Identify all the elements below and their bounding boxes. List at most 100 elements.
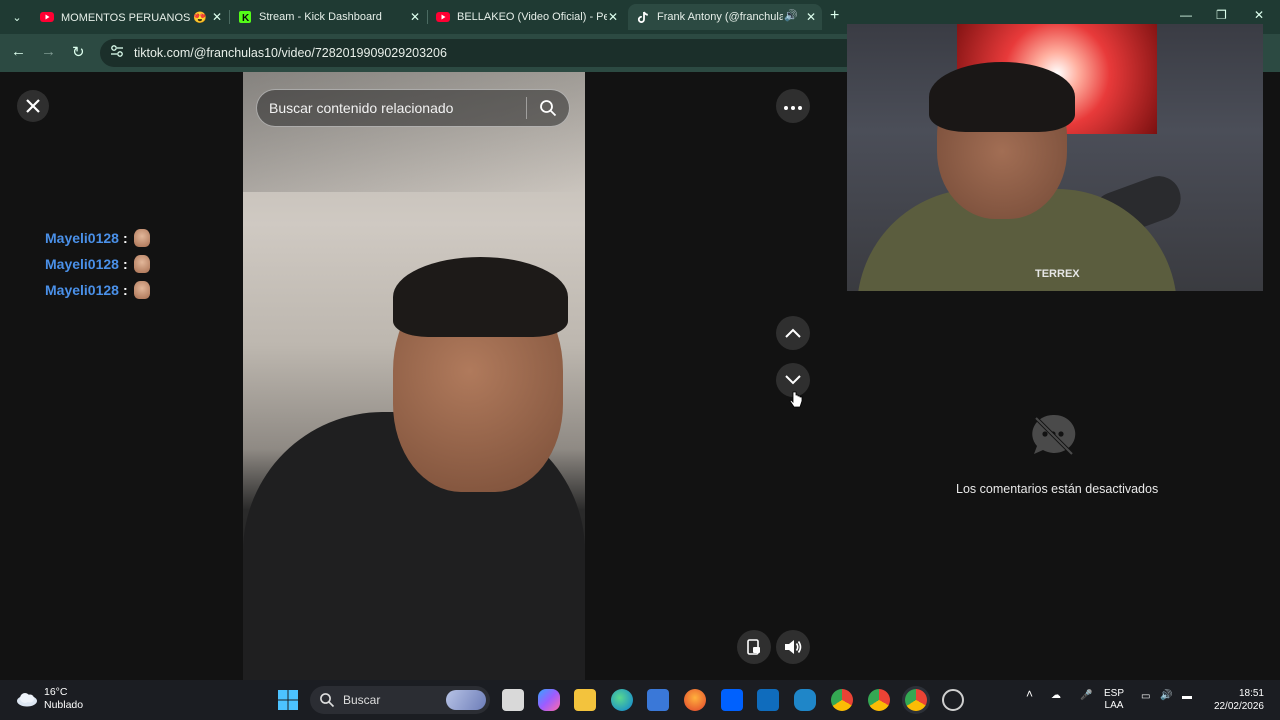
comments-disabled-icon xyxy=(1028,412,1078,465)
related-search-bar[interactable]: Buscar contenido relacionado xyxy=(256,89,570,127)
tab-tiktok-frank-antony[interactable]: Frank Antony (@franchulas 🔊 ✕ xyxy=(628,4,822,30)
outlook-icon[interactable] xyxy=(757,689,779,711)
tab-title: Frank Antony (@franchulas xyxy=(657,11,783,23)
battery-icon[interactable]: ▬ xyxy=(1182,691,1192,703)
site-settings-icon[interactable] xyxy=(110,44,124,63)
chrome-profile-icon[interactable] xyxy=(868,689,890,711)
chat-colon: : xyxy=(122,282,128,298)
chevron-down-icon xyxy=(785,375,801,385)
store-icon[interactable] xyxy=(647,689,669,711)
tab-title: MOMENTOS PERUANOS 😍 PE xyxy=(61,11,211,24)
language-indicator[interactable]: ESP LAA xyxy=(1104,688,1124,712)
close-icon xyxy=(26,99,40,113)
network-icon[interactable]: ▭ xyxy=(1141,691,1150,703)
taskbar-search-label: Buscar xyxy=(343,693,381,707)
tab-momentos-peruanos[interactable]: MOMENTOS PERUANOS 😍 PE ✕ xyxy=(32,4,228,30)
more-dots-icon xyxy=(784,97,802,115)
close-icon[interactable]: ✕ xyxy=(212,10,222,24)
volume-icon[interactable]: 🔊 xyxy=(1160,690,1172,702)
mouse-cursor xyxy=(789,391,803,414)
back-arrow-icon[interactable]: ← xyxy=(11,43,26,60)
speaker-icon xyxy=(785,640,802,654)
chevron-down-icon: ⌄ xyxy=(12,11,22,24)
tab-kick-dashboard[interactable]: K Stream - Kick Dashboard ✕ xyxy=(230,4,426,30)
chat-username: Mayeli0128 xyxy=(45,256,119,272)
reload-icon[interactable]: ↻ xyxy=(72,43,85,61)
emote-icon xyxy=(133,281,150,299)
address-bar[interactable]: tiktok.com/@franchulas10/video/728201990… xyxy=(100,39,860,67)
new-tab-button[interactable]: + xyxy=(830,7,839,25)
tab-title: BELLAKEO (Video Oficial) - Pes xyxy=(457,11,607,23)
microphone-icon[interactable]: 🎤 xyxy=(1080,690,1092,702)
task-view-icon[interactable] xyxy=(502,689,524,711)
search-icon[interactable] xyxy=(527,99,569,117)
keyboard-layout: LAA xyxy=(1104,700,1124,711)
chat-username: Mayeli0128 xyxy=(45,230,119,246)
close-icon[interactable]: ✕ xyxy=(806,10,816,24)
minimize-button[interactable]: — xyxy=(1180,8,1192,22)
close-video-button[interactable] xyxy=(17,90,49,122)
copilot-icon[interactable] xyxy=(538,689,560,711)
language-code: ESP xyxy=(1104,688,1125,699)
streamer-webcam-overlay: TERREX xyxy=(847,24,1263,291)
dropbox-icon[interactable] xyxy=(721,689,743,711)
maximize-button[interactable]: ❐ xyxy=(1216,8,1227,22)
comments-disabled-text: Los comentarios están desactivados xyxy=(956,482,1159,496)
search-icon xyxy=(320,693,335,708)
windows-start-icon[interactable] xyxy=(277,689,299,711)
app-icon[interactable] xyxy=(794,689,816,711)
chat-message: Mayeli0128 : xyxy=(45,281,150,299)
tab-search-button[interactable]: ⌄ xyxy=(6,6,28,28)
search-highlight-art xyxy=(446,690,486,710)
onedrive-icon[interactable]: ☁ xyxy=(1051,690,1061,702)
close-icon[interactable]: ✕ xyxy=(410,10,420,24)
video-player[interactable] xyxy=(243,72,585,680)
volume-button[interactable] xyxy=(776,630,810,664)
tiktok-video-page: Buscar contenido relacionado Mayeli0128 … xyxy=(0,24,1280,680)
tab-title: Stream - Kick Dashboard xyxy=(259,11,382,23)
youtube-icon xyxy=(40,10,54,24)
video-person-hair xyxy=(393,257,568,337)
clock-date: 22/02/2026 xyxy=(1213,701,1264,712)
search-placeholder: Buscar contenido relacionado xyxy=(269,100,454,116)
chat-colon: : xyxy=(122,230,128,246)
edge-icon[interactable] xyxy=(611,689,633,711)
weather-description: Nublado xyxy=(44,699,84,711)
speaker-icon[interactable]: 🔊 xyxy=(784,9,798,22)
chevron-up-icon[interactable]: ˄ xyxy=(1026,688,1033,700)
emote-icon xyxy=(133,255,150,273)
chevron-up-icon xyxy=(785,328,801,338)
weather-temperature: 16°C xyxy=(44,686,68,698)
file-explorer-icon[interactable] xyxy=(574,689,596,711)
windows-taskbar: 16°C Nublado Buscar ˄ ☁ 🎤 ESP LAA ▭ 🔊 ▬ … xyxy=(0,680,1280,720)
picture-in-picture-button[interactable] xyxy=(737,630,771,664)
screen: ⌄ MOMENTOS PERUANOS 😍 PE ✕ K Stream - Ki… xyxy=(0,0,1280,720)
pip-icon xyxy=(747,639,760,655)
youtube-icon xyxy=(436,10,450,24)
obs-icon[interactable] xyxy=(942,689,964,711)
chat-message: Mayeli0128 : xyxy=(45,229,150,247)
tab-bellakeo[interactable]: BELLAKEO (Video Oficial) - Pes ✕ xyxy=(428,4,624,30)
taskbar-search[interactable]: Buscar xyxy=(310,686,490,714)
weather-widget[interactable]: 16°C Nublado xyxy=(16,686,83,712)
firefox-icon[interactable] xyxy=(684,689,706,711)
clock-time: 18:51 xyxy=(1238,688,1264,699)
tiktok-icon xyxy=(636,10,650,24)
url-text: tiktok.com/@franchulas10/video/728201990… xyxy=(134,46,447,60)
forward-arrow-icon[interactable]: → xyxy=(41,43,56,60)
cloud-icon xyxy=(17,693,37,707)
chat-username: Mayeli0128 xyxy=(45,282,119,298)
more-options-button[interactable] xyxy=(776,89,810,123)
close-icon[interactable]: ✕ xyxy=(608,10,618,24)
chrome-active-icon[interactable] xyxy=(905,689,927,711)
chat-colon: : xyxy=(122,256,128,272)
webcam-person-hair xyxy=(929,62,1075,132)
close-window-button[interactable]: ✕ xyxy=(1254,8,1264,22)
svg-text:K: K xyxy=(242,13,250,23)
shirt-logo-text: TERREX xyxy=(1035,268,1080,280)
previous-video-button[interactable] xyxy=(776,316,810,350)
kick-icon: K xyxy=(238,10,252,24)
chrome-icon[interactable] xyxy=(831,689,853,711)
emote-icon xyxy=(133,229,150,247)
system-clock[interactable]: 18:51 22/02/2026 xyxy=(1210,687,1264,713)
